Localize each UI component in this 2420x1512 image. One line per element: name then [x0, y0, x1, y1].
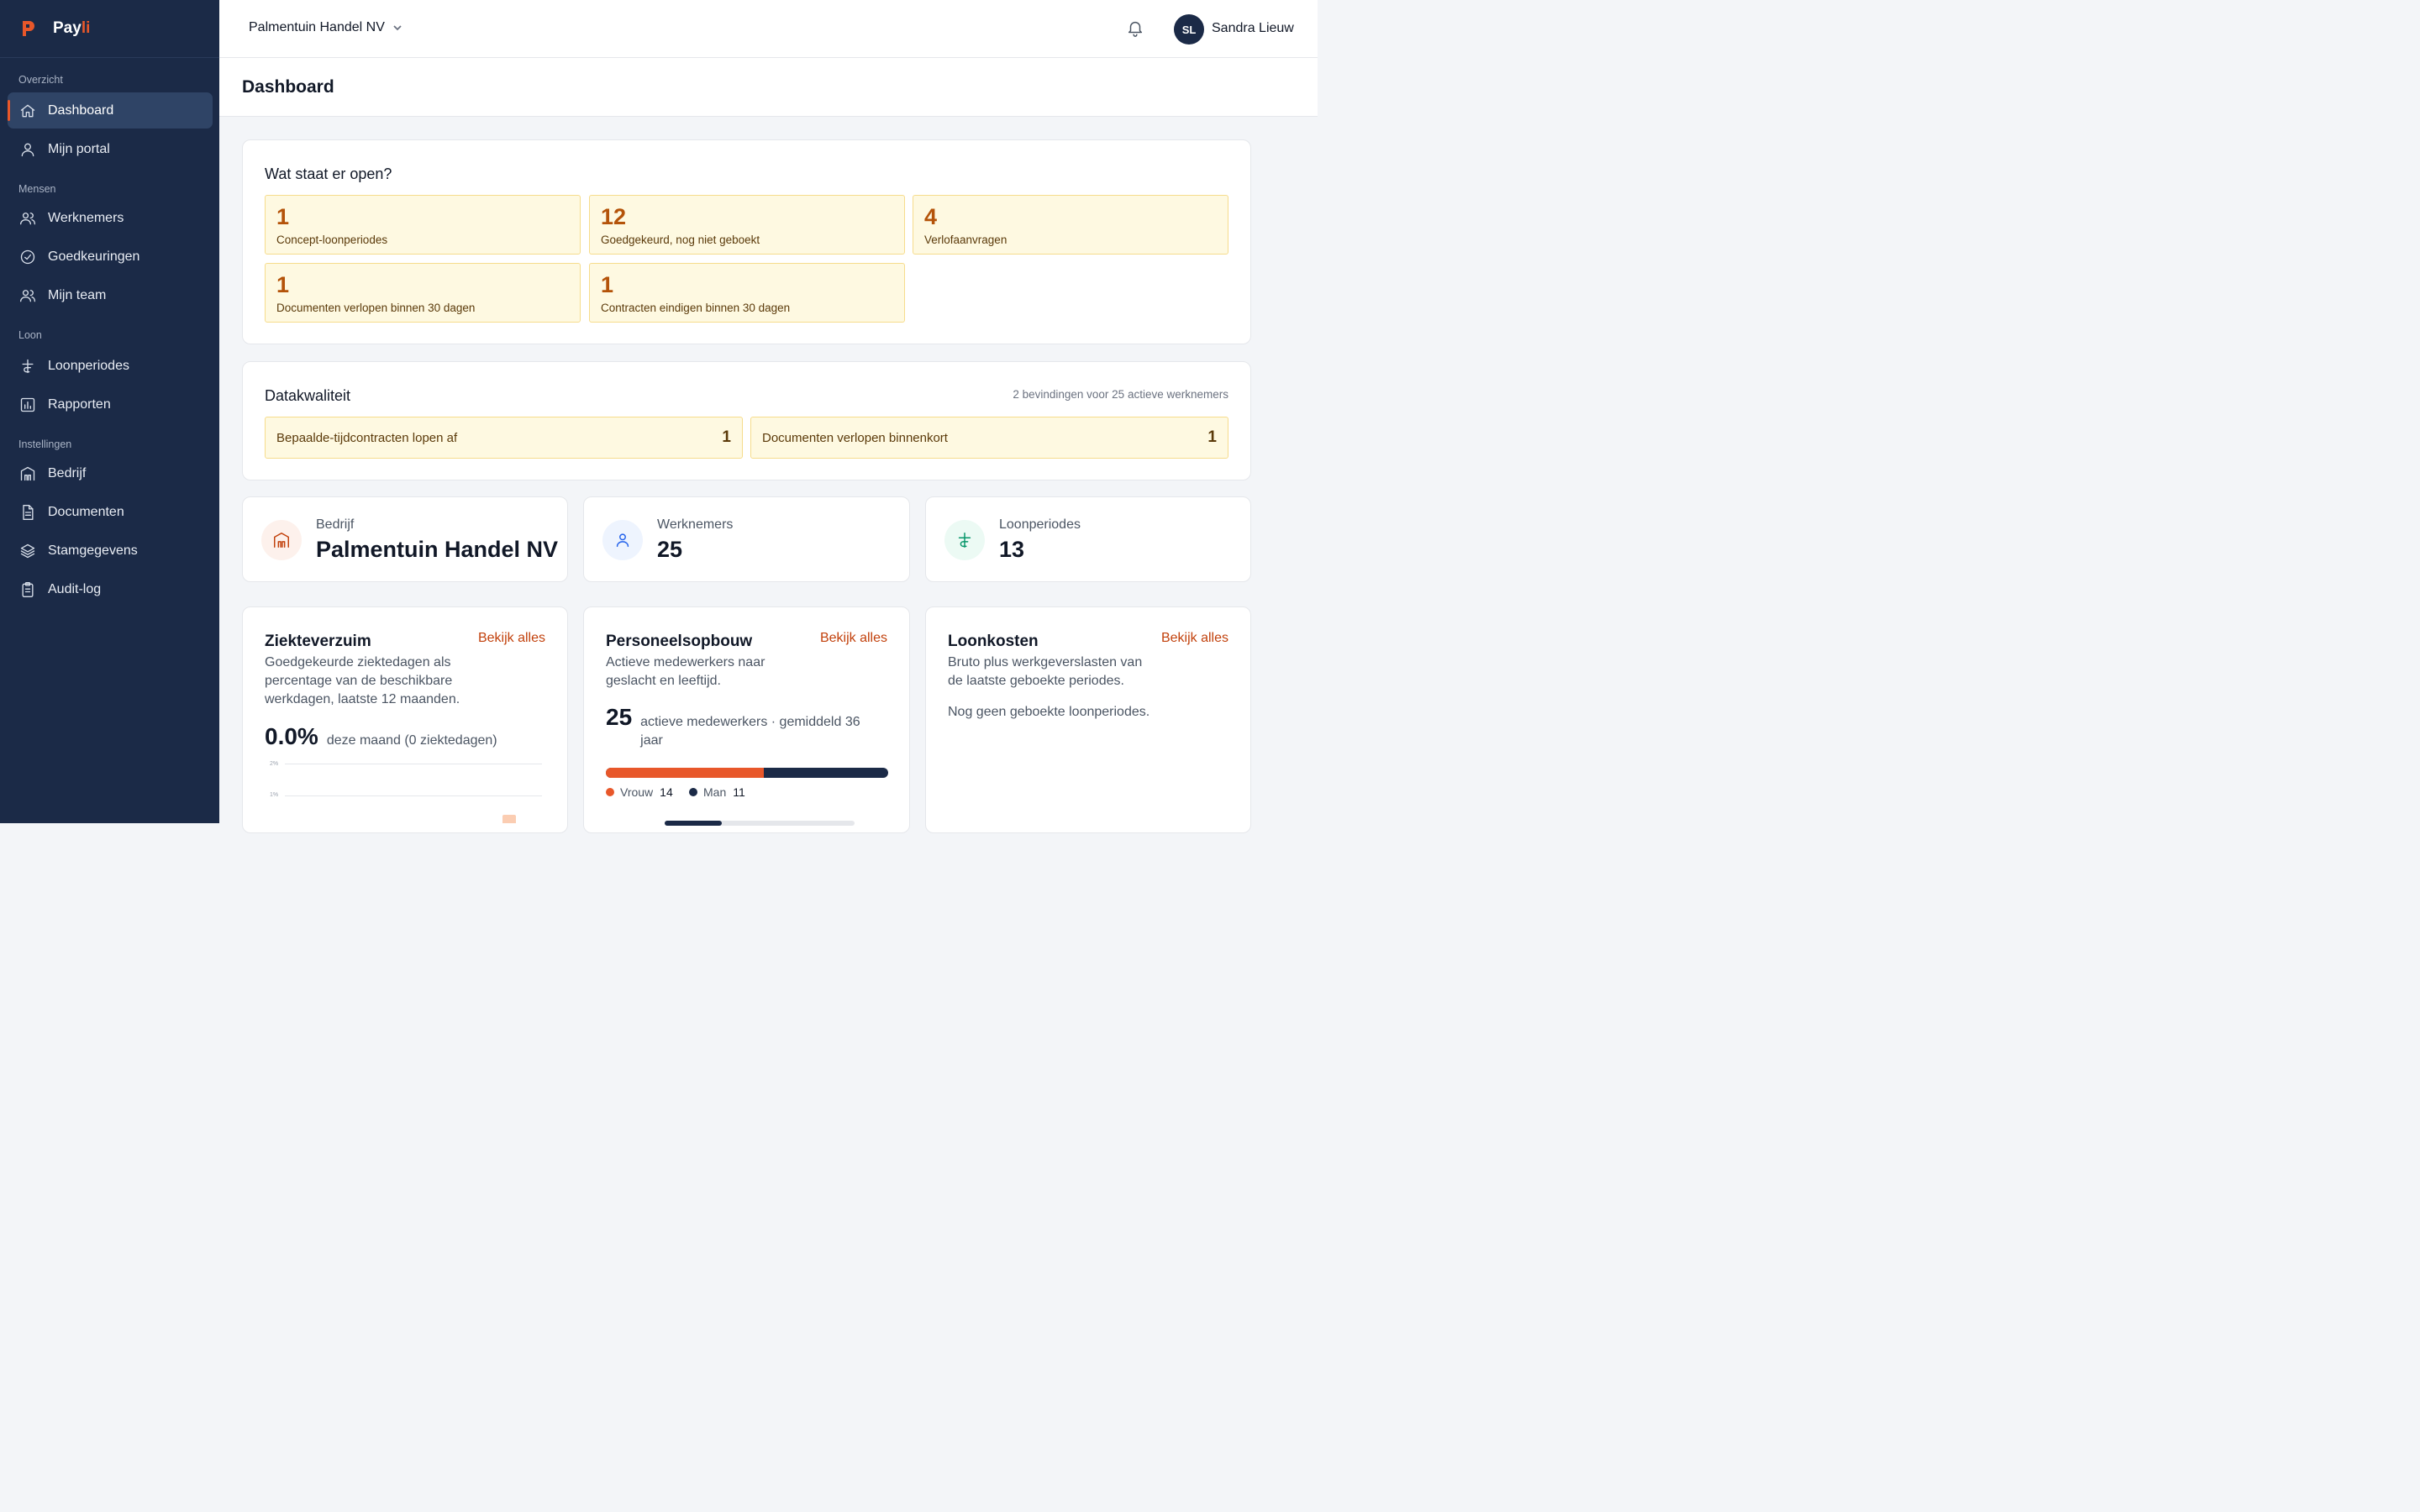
gender-bar [606, 768, 888, 778]
legend-dot [689, 788, 697, 796]
brand-name: Payli [53, 19, 91, 37]
sidebar-item-dashboard[interactable]: Dashboard [8, 92, 213, 129]
notifications-button[interactable] [1126, 18, 1146, 39]
building-icon [20, 466, 35, 480]
sidebar: Payli Overzicht Dashboard Mijn portal Me… [0, 0, 219, 823]
payroll-cost-view-all-link[interactable]: Bekijk alles [1161, 631, 1228, 646]
stat-label: Bedrijf [316, 517, 355, 532]
stat-card-bedrijf[interactable]: Bedrijf Palmentuin Handel NV [242, 496, 568, 582]
legend-female: Vrouw 14 [606, 785, 673, 799]
user-icon [21, 143, 34, 156]
widget-description: Goedgekeurde ziektedagen als percentage … [265, 655, 460, 706]
company-switcher[interactable]: Palmentuin Handel NV [249, 20, 403, 35]
widget-title: Loonkosten [948, 633, 1039, 650]
bell-icon [1128, 21, 1143, 37]
home-icon [20, 104, 35, 117]
topbar: Palmentuin Handel NV SL Sandra Lieuw [219, 0, 1318, 58]
headcount-summary: 25 actieve medewerkers · gemiddeld 36 ja… [606, 704, 883, 750]
age-bar-fill [665, 821, 722, 826]
headcount-view-all-link[interactable]: Bekijk alles [820, 631, 887, 646]
sidebar-item-documenten[interactable]: Documenten [8, 494, 213, 530]
page-header: Dashboard [219, 58, 1318, 117]
sidebar-item-werknemers[interactable]: Werknemers [8, 200, 213, 236]
payroll-cost-widget: Loonkosten Bekijk alles Bruto plus werkg… [925, 606, 1251, 833]
open-items-card: Wat staat er open? 1 Concept-loonperiode… [242, 139, 1251, 344]
dq-item-documenten-verlopen[interactable]: Documenten verlopen binnenkort 1 [750, 417, 1228, 459]
building-icon [274, 533, 289, 548]
sidebar-item-audit-log[interactable]: Audit-log [8, 571, 213, 607]
headcount-widget: Personeelsopbouw Bekijk alles Actieve me… [583, 606, 910, 833]
stat-card-werknemers[interactable]: Werknemers 25 [583, 496, 910, 582]
avatar[interactable]: SL [1174, 14, 1204, 45]
sidebar-item-stamgegevens[interactable]: Stamgegevens [8, 533, 213, 569]
data-quality-title: Datakwaliteit [265, 387, 351, 404]
stat-card-loonperiodes[interactable]: Loonperiodes 13 [925, 496, 1251, 582]
sick-leave-percentage: 0.0% [265, 723, 318, 749]
stat-icon-bedrijf [261, 520, 302, 560]
data-quality-meta: 2 bevindingen voor 25 actieve werknemers [1013, 388, 1228, 401]
sidebar-item-goedkeuringen[interactable]: Goedkeuringen [8, 239, 213, 275]
age-bar-track [665, 821, 855, 826]
open-tile-verlofaanvragen[interactable]: 4 Verlofaanvragen [913, 195, 1228, 255]
stat-value: 13 [999, 537, 1025, 562]
florin-icon [958, 533, 971, 548]
sidebar-item-mijn-portal[interactable]: Mijn portal [8, 131, 213, 167]
stat-label: Loonperiodes [999, 517, 1081, 532]
sidebar-item-loonperiodes[interactable]: Loonperiodes [8, 348, 213, 384]
stat-label: Werknemers [657, 517, 734, 532]
legend-male: Man 11 [689, 785, 745, 799]
stat-icon-loonperiodes [944, 520, 985, 560]
user-icon [616, 533, 629, 548]
widget-description: Actieve medewerkers naar geslacht en lee… [606, 655, 765, 688]
stat-value: 25 [657, 537, 683, 562]
legend-dot [606, 788, 614, 796]
sick-leave-note: deze maand (0 ziektedagen) [326, 733, 497, 748]
stat-value: Palmentuin Handel NV [316, 537, 559, 562]
company-switcher-label: Palmentuin Handel NV [249, 20, 385, 34]
page-title: Dashboard [242, 77, 334, 97]
brand[interactable]: Payli [0, 0, 219, 58]
gender-bar-female [606, 768, 765, 778]
sick-leave-summary: 0.0% deze maand (0 ziektedagen) [265, 723, 497, 750]
chevron-down-icon [393, 25, 402, 31]
headcount-total: 25 [606, 704, 633, 730]
nav-section-instellingen: Instellingen [18, 438, 72, 450]
widget-description: Bruto plus werkgeverslasten van de laats… [948, 655, 1143, 688]
chart-gridline [285, 795, 542, 796]
data-quality-card: Datakwaliteit 2 bevindingen voor 25 acti… [242, 361, 1251, 480]
sidebar-item-rapporten[interactable]: Rapporten [8, 386, 213, 423]
nav-section-mensen: Mensen [18, 183, 56, 195]
document-icon [23, 504, 34, 520]
payroll-empty-state: Nog geen geboekte loonperiodes. [948, 705, 1150, 719]
users-icon [20, 212, 35, 224]
widget-title: Personeelsopbouw [606, 633, 753, 650]
check-circle-icon [20, 249, 35, 264]
sick-leave-view-all-link[interactable]: Bekijk alles [478, 631, 545, 646]
nav-section-overzicht: Overzicht [18, 74, 63, 86]
user-name[interactable]: Sandra Lieuw [1212, 21, 1294, 36]
florin-icon [22, 359, 34, 373]
sick-leave-widget: Ziekteverzuim Bekijk alles Goedgekeurde … [242, 606, 568, 833]
stat-icon-werknemers [602, 520, 643, 560]
open-tile-documenten-verlopen[interactable]: 1 Documenten verlopen binnen 30 dagen [265, 263, 581, 323]
dq-item-bepaalde-tijdcontracten[interactable]: Bepaalde-tijdcontracten lopen af 1 [265, 417, 743, 459]
open-tile-concept-loonperiodes[interactable]: 1 Concept-loonperiodes [265, 195, 581, 255]
payli-logo-icon [23, 21, 34, 36]
team-icon [20, 289, 35, 302]
layers-icon [20, 543, 35, 558]
chart-tick-label: 2% [270, 761, 279, 767]
chart-tick-label: 1% [270, 792, 279, 798]
nav-section-loon: Loon [18, 329, 42, 341]
open-tile-contracten-eindigen[interactable]: 1 Contracten eindigen binnen 30 dagen [589, 263, 905, 323]
bar-chart-icon [20, 397, 35, 412]
widget-title: Ziekteverzuim [265, 633, 371, 650]
chart-bar [502, 815, 516, 823]
open-items-title: Wat staat er open? [265, 165, 392, 182]
headcount-note: actieve medewerkers · gemiddeld 36 jaar [640, 715, 860, 748]
sidebar-item-bedrijf[interactable]: Bedrijf [8, 455, 213, 491]
sidebar-item-mijn-team[interactable]: Mijn team [8, 277, 213, 313]
open-tile-goedgekeurd[interactable]: 12 Goedgekeurd, nog niet geboekt [589, 195, 905, 255]
clipboard-icon [22, 581, 34, 597]
